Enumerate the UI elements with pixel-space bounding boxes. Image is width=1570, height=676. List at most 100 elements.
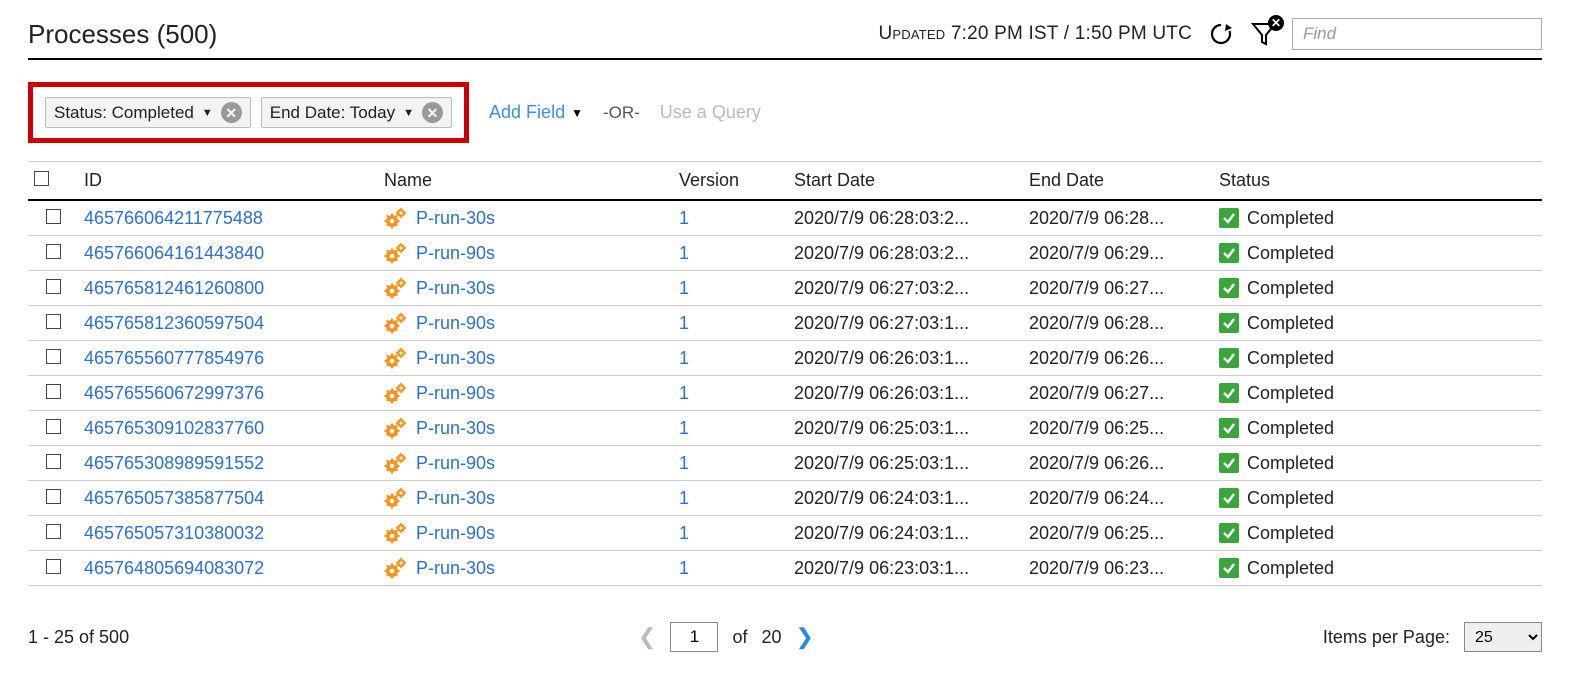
process-name-link[interactable]: P-run-30s	[416, 278, 495, 299]
process-id-link[interactable]: 465765560777854976	[84, 348, 264, 368]
process-gear-icon	[384, 452, 408, 474]
process-name-link[interactable]: P-run-30s	[416, 348, 495, 369]
filter-chip-remove-icon[interactable]: ✕	[422, 102, 443, 123]
table-row[interactable]: 465766064211775488 P-run-30s 1 2020/7/9 …	[28, 200, 1542, 236]
process-id-link[interactable]: 465765812461260800	[84, 278, 264, 298]
process-version-link[interactable]: 1	[679, 523, 689, 543]
add-field-button[interactable]: Add Field ▼	[489, 102, 583, 123]
pager-page-input[interactable]	[670, 622, 718, 652]
process-name-link[interactable]: P-run-90s	[416, 453, 495, 474]
process-id-link[interactable]: 465765560672997376	[84, 383, 264, 403]
table-row[interactable]: 465764805694083072 P-run-30s 1 2020/7/9 …	[28, 551, 1542, 586]
process-id-link[interactable]: 465765309102837760	[84, 418, 264, 438]
process-name-link[interactable]: P-run-90s	[416, 243, 495, 264]
items-per-page-select[interactable]: 25	[1464, 622, 1542, 652]
process-name-link[interactable]: P-run-30s	[416, 418, 495, 439]
table-row[interactable]: 465766064161443840 P-run-90s 1 2020/7/9 …	[28, 236, 1542, 271]
process-version-link[interactable]: 1	[679, 383, 689, 403]
process-id-link[interactable]: 465764805694083072	[84, 558, 264, 578]
column-header-status[interactable]: Status	[1213, 162, 1542, 201]
table-row[interactable]: 465765057310380032 P-run-90s 1 2020/7/9 …	[28, 516, 1542, 551]
pager-range: 1 - 25 of 500	[28, 627, 129, 648]
table-row[interactable]: 465764805585031168 P-run-90s 1 2020/7/9 …	[28, 586, 1542, 592]
process-version-link[interactable]: 1	[679, 348, 689, 368]
row-checkbox[interactable]	[46, 314, 61, 329]
process-gear-icon	[384, 277, 408, 299]
table-row[interactable]: 465765309102837760 P-run-30s 1 2020/7/9 …	[28, 411, 1542, 446]
row-checkbox[interactable]	[46, 489, 61, 504]
status-text: Completed	[1247, 208, 1334, 229]
table-row[interactable]: 465765560672997376 P-run-90s 1 2020/7/9 …	[28, 376, 1542, 411]
process-id-link[interactable]: 465766064211775488	[84, 208, 263, 228]
filter-clear-badge[interactable]: ✕	[1268, 15, 1284, 31]
column-header-id[interactable]: ID	[78, 162, 378, 201]
row-checkbox[interactable]	[46, 454, 61, 469]
find-input[interactable]	[1292, 18, 1542, 50]
status-text: Completed	[1247, 453, 1334, 474]
end-date-cell: 2020/7/9 06:26...	[1023, 341, 1213, 376]
filter-icon[interactable]: ✕	[1250, 21, 1278, 47]
column-header-end[interactable]: End Date	[1023, 162, 1213, 201]
status-text: Completed	[1247, 383, 1334, 404]
status-check-icon	[1219, 453, 1239, 473]
column-header-start[interactable]: Start Date	[788, 162, 1023, 201]
process-name-link[interactable]: P-run-30s	[416, 488, 495, 509]
process-gear-icon	[384, 207, 408, 229]
process-id-link[interactable]: 465765057385877504	[84, 488, 264, 508]
process-version-link[interactable]: 1	[679, 313, 689, 333]
process-id-link[interactable]: 465765057310380032	[84, 523, 264, 543]
process-name-link[interactable]: P-run-90s	[416, 383, 495, 404]
process-version-link[interactable]: 1	[679, 243, 689, 263]
end-date-cell: 2020/7/9 06:25...	[1023, 411, 1213, 446]
end-date-cell: 2020/7/9 06:29...	[1023, 236, 1213, 271]
row-checkbox[interactable]	[46, 419, 61, 434]
pager-next-button[interactable]: ❯	[796, 624, 814, 650]
filter-chip-remove-icon[interactable]: ✕	[221, 102, 242, 123]
process-name-link[interactable]: P-run-90s	[416, 313, 495, 334]
process-id-link[interactable]: 465765308989591552	[84, 453, 264, 473]
row-checkbox[interactable]	[46, 524, 61, 539]
column-header-version[interactable]: Version	[673, 162, 788, 201]
header-bar: Processes (500) Updated 7:20 PM IST / 1:…	[28, 18, 1542, 60]
row-checkbox[interactable]	[46, 279, 61, 294]
process-name-link[interactable]: P-run-30s	[416, 208, 495, 229]
process-version-link[interactable]: 1	[679, 208, 689, 228]
table-row[interactable]: 465765560777854976 P-run-30s 1 2020/7/9 …	[28, 341, 1542, 376]
filter-chip-status[interactable]: Status: Completed ▼ ✕	[45, 97, 251, 128]
process-version-link[interactable]: 1	[679, 418, 689, 438]
select-all-checkbox[interactable]	[34, 171, 49, 186]
column-header-name[interactable]: Name	[378, 162, 673, 201]
status-text: Completed	[1247, 558, 1334, 579]
filter-row: Status: Completed ▼ ✕ End Date: Today ▼ …	[28, 82, 1542, 143]
process-id-link[interactable]: 465765812360597504	[84, 313, 264, 333]
filter-chip-enddate[interactable]: End Date: Today ▼ ✕	[261, 97, 452, 128]
table-row[interactable]: 465765812461260800 P-run-30s 1 2020/7/9 …	[28, 271, 1542, 306]
process-gear-icon	[384, 347, 408, 369]
pager-prev-button[interactable]: ❮	[638, 624, 656, 650]
row-checkbox[interactable]	[46, 244, 61, 259]
process-id-link[interactable]: 465766064161443840	[84, 243, 264, 263]
process-version-link[interactable]: 1	[679, 558, 689, 578]
filter-chip-label: End Date: Today	[270, 103, 395, 123]
table-row[interactable]: 465765057385877504 P-run-30s 1 2020/7/9 …	[28, 481, 1542, 516]
chevron-down-icon: ▼	[202, 107, 213, 119]
process-version-link[interactable]: 1	[679, 488, 689, 508]
table-row[interactable]: 465765812360597504 P-run-90s 1 2020/7/9 …	[28, 306, 1542, 341]
process-version-link[interactable]: 1	[679, 453, 689, 473]
row-checkbox[interactable]	[46, 559, 61, 574]
process-name-link[interactable]: P-run-90s	[416, 523, 495, 544]
table-row[interactable]: 465765308989591552 P-run-90s 1 2020/7/9 …	[28, 446, 1542, 481]
process-version-link[interactable]: 1	[679, 278, 689, 298]
use-query-hint[interactable]: Use a Query	[660, 102, 761, 123]
status-text: Completed	[1247, 523, 1334, 544]
chevron-down-icon: ▼	[571, 106, 583, 120]
row-checkbox[interactable]	[46, 209, 61, 224]
table-container: ID Name Version Start Date End Date Stat…	[28, 161, 1542, 591]
end-date-cell: 2020/7/9 06:24...	[1023, 481, 1213, 516]
refresh-icon[interactable]	[1206, 22, 1236, 46]
row-checkbox[interactable]	[46, 349, 61, 364]
end-date-cell: 2020/7/9 06:28...	[1023, 200, 1213, 236]
filter-highlight-box: Status: Completed ▼ ✕ End Date: Today ▼ …	[28, 82, 469, 143]
process-name-link[interactable]: P-run-30s	[416, 558, 495, 579]
row-checkbox[interactable]	[46, 384, 61, 399]
